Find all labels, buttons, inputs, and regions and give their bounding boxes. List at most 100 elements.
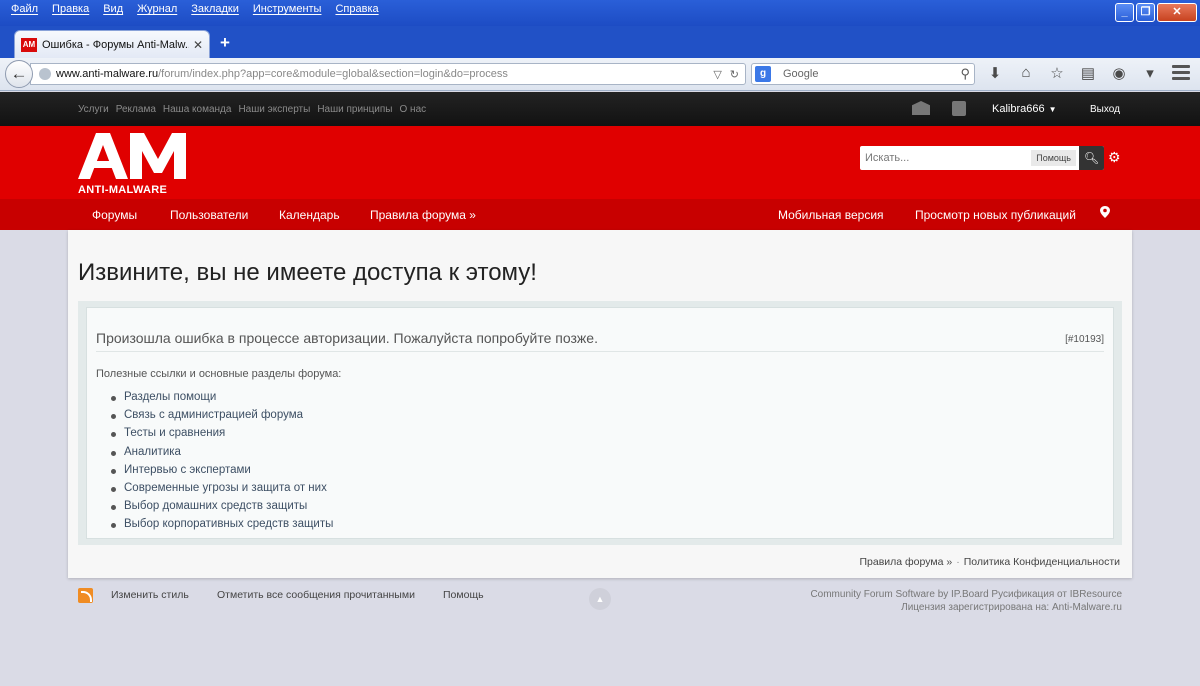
footer-credits: Community Forum Software by IP.Board Рус… <box>810 588 1122 614</box>
list-item: Интервью с экспертами <box>111 464 333 482</box>
main-content: Извините, вы не имеете доступа к этому! … <box>68 230 1132 578</box>
messages-icon[interactable] <box>912 101 930 115</box>
error-box-frame: Произошла ошибка в процессе авторизации.… <box>78 301 1122 545</box>
menu-tools[interactable]: Инструменты <box>246 3 329 15</box>
browser-tab-active[interactable]: AM Ошибка - Форумы Anti-Malw... ✕ <box>14 30 210 58</box>
minimize-icon[interactable]: _ <box>1115 3 1134 22</box>
notifications-icon[interactable] <box>952 101 966 116</box>
content-footer-links: Правила форума » · Политика Конфиденциальн… <box>859 556 1120 568</box>
bookmarks-list-icon[interactable]: ▤ <box>1079 64 1097 82</box>
list-item: Тесты и сравнения <box>111 427 333 445</box>
bookmark-star-icon[interactable]: ☆ <box>1048 64 1066 82</box>
topnav-advertising[interactable]: Реклама <box>116 104 156 115</box>
credits-line-1[interactable]: Community Forum Software by IP.Board Рус… <box>810 588 1122 601</box>
topnav-about[interactable]: О нас <box>399 104 426 115</box>
separator: · <box>956 556 960 568</box>
home-icon[interactable]: ⌂ <box>1017 64 1035 82</box>
page-title: Извините, вы не имеете доступа к этому! <box>78 259 537 286</box>
reload-icon[interactable]: ↻ <box>730 68 739 81</box>
site-search-submit-icon[interactable]: 🔍︎ <box>1079 146 1104 170</box>
error-code: [#10193] <box>1065 334 1104 345</box>
link-corporate-protection[interactable]: Выбор корпоративных средств защиты <box>124 518 333 530</box>
privacy-policy-link[interactable]: Политика Конфиденциальности <box>964 556 1120 568</box>
tab-close-icon[interactable]: ✕ <box>193 38 203 52</box>
browser-navbar: www.anti-malware.ru/forum/index.php?app=… <box>0 58 1200 91</box>
url-dropdown-icon[interactable]: ▽ <box>713 68 721 81</box>
search-help-button[interactable]: Помощь <box>1031 150 1076 166</box>
back-button[interactable]: ← <box>5 60 33 88</box>
browser-search-box[interactable]: g Google ⚲ <box>751 63 975 85</box>
link-threats[interactable]: Современные угрозы и защита от них <box>124 482 327 494</box>
link-contact-admin[interactable]: Связь с администрацией форума <box>124 409 303 421</box>
window-controls: _ ❐ ✕ <box>1115 3 1197 22</box>
menu-history[interactable]: Журнал <box>130 3 184 15</box>
nav-calendar[interactable]: Календарь <box>279 208 340 222</box>
addon-dropdown-icon[interactable]: ▾ <box>1141 64 1159 82</box>
download-icon[interactable]: ⬇ <box>986 64 1004 82</box>
link-analytics[interactable]: Аналитика <box>124 446 181 458</box>
forum-rules-link[interactable]: Правила форума » <box>859 556 952 568</box>
browser-search-input[interactable]: Google <box>783 68 960 80</box>
useful-links-intro: Полезные ссылки и основные разделы форум… <box>96 368 342 380</box>
google-icon[interactable]: g <box>755 66 771 82</box>
back-to-top-icon[interactable]: ▲ <box>589 588 611 610</box>
close-window-icon[interactable]: ✕ <box>1157 3 1197 22</box>
address-bar[interactable]: www.anti-malware.ru/forum/index.php?app=… <box>30 63 746 85</box>
error-box: Произошла ошибка в процессе авторизации.… <box>86 307 1114 539</box>
gear-icon[interactable]: ⚙ <box>1108 149 1121 166</box>
address-text[interactable]: www.anti-malware.ru/forum/index.php?app=… <box>56 68 713 80</box>
site-search-input[interactable]: Искать... <box>860 152 1031 164</box>
search-icon[interactable]: ⚲ <box>960 66 974 82</box>
mark-all-read-link[interactable]: Отметить все сообщения прочитанными <box>217 589 415 601</box>
list-item: Современные угрозы и защита от них <box>111 482 333 500</box>
user-menu[interactable]: Kalibra666 ▼ <box>992 103 1057 115</box>
help-link[interactable]: Помощь <box>443 589 484 601</box>
site-search-box: Искать... Помощь 🔍︎ <box>860 146 1104 170</box>
list-item: Выбор корпоративных средств защиты <box>111 518 333 536</box>
main-nav: Форумы Пользователи Календарь Правила фо… <box>0 199 1200 230</box>
link-tests[interactable]: Тесты и сравнения <box>124 427 225 439</box>
logout-link[interactable]: Выход <box>1090 104 1120 115</box>
nav-new-posts[interactable]: Просмотр новых публикаций <box>915 208 1076 222</box>
menu-bookmarks[interactable]: Закладки <box>184 3 246 15</box>
user-bar: Услуги Реклама Наша команда Наши эксперт… <box>0 92 1200 126</box>
list-item: Выбор домашних средств защиты <box>111 500 333 518</box>
site-logo[interactable]: ANTI-MALWARE <box>78 133 186 196</box>
logo-text: ANTI-MALWARE <box>78 184 168 196</box>
location-pin-icon[interactable] <box>1100 206 1110 218</box>
topnav-principles[interactable]: Наши принципы <box>317 104 392 115</box>
chevron-down-icon: ▼ <box>1048 105 1057 114</box>
nav-forums[interactable]: Форумы <box>92 208 137 222</box>
browser-toolbar-icons: ⬇ ⌂ ☆ ▤ ◉ ▾ <box>986 64 1159 82</box>
list-item: Разделы помощи <box>111 391 333 409</box>
link-help-sections[interactable]: Разделы помощи <box>124 391 216 403</box>
new-tab-icon[interactable]: + <box>220 33 230 53</box>
link-home-protection[interactable]: Выбор домашних средств защиты <box>124 500 307 512</box>
tab-strip: AM Ошибка - Форумы Anti-Malw... ✕ + <box>0 26 1200 58</box>
rss-icon[interactable] <box>78 588 93 603</box>
list-item: Связь с администрацией форума <box>111 409 333 427</box>
site-identity-icon[interactable] <box>39 68 51 80</box>
browser-menu-icon[interactable] <box>1172 65 1190 83</box>
topnav-services[interactable]: Услуги <box>78 104 109 115</box>
menu-view[interactable]: Вид <box>96 3 130 15</box>
restore-icon[interactable]: ❐ <box>1136 3 1155 22</box>
top-nav: Услуги Реклама Наша команда Наши эксперт… <box>78 104 426 115</box>
site-favicon-icon: AM <box>21 37 37 52</box>
list-item: Аналитика <box>111 446 333 464</box>
url-host: www.anti-malware.ru <box>56 68 159 80</box>
nav-mobile-version[interactable]: Мобильная версия <box>778 208 884 222</box>
change-style-link[interactable]: Изменить стиль <box>111 589 189 601</box>
nav-users[interactable]: Пользователи <box>170 208 248 222</box>
menu-edit[interactable]: Правка <box>45 3 96 15</box>
topnav-team[interactable]: Наша команда <box>163 104 232 115</box>
link-interviews[interactable]: Интервью с экспертами <box>124 464 251 476</box>
menu-file[interactable]: Файл <box>4 3 45 15</box>
credits-line-2: Лицензия зарегистрирована на: Anti-Malwa… <box>901 602 1122 613</box>
addon-icon[interactable]: ◉ <box>1110 64 1128 82</box>
topnav-experts[interactable]: Наши эксперты <box>238 104 310 115</box>
menu-help[interactable]: Справка <box>328 3 385 15</box>
brand-bar: ANTI-MALWARE Искать... Помощь 🔍︎ ⚙ <box>0 126 1200 199</box>
url-path: /forum/index.php?app=core&module=global&… <box>158 68 508 80</box>
nav-forum-rules[interactable]: Правила форума » <box>370 208 476 222</box>
